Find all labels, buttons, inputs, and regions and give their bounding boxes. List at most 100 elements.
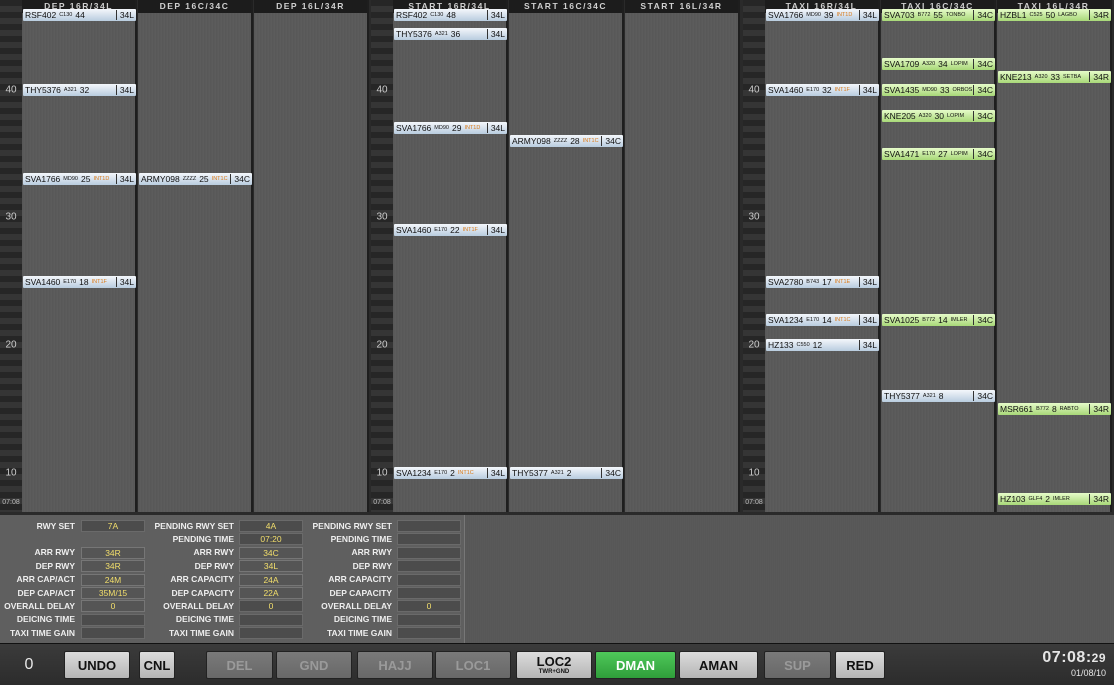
strip-callsign: SVA1766 [396, 123, 432, 134]
flight-strip[interactable]: SVA1435 MD90 33 ORBOS 34C [882, 84, 995, 96]
bottom-toolbar: 0 UNDO CNL DEL GND HAJJ LOC1 LOC2 TWR+GND DMAN AM… [0, 643, 1114, 685]
flight-strip[interactable]: RSF402 C130 44 34L [23, 8, 136, 21]
strip-minutes: 50 [1045, 9, 1056, 20]
counter: 0 [24, 656, 34, 673]
taxi-column-0[interactable]: TAXI 16R/34L SVA1766 MD90 39 INT1D 34L SVA1460… [765, 0, 880, 512]
strip-callsign: RSF402 [25, 9, 57, 20]
flight-strip[interactable]: KNE205 A320 30 LOPIM 34C [882, 109, 995, 122]
scale-tick: 40 [5, 84, 17, 96]
panel-value: 24A [239, 573, 303, 586]
flight-strip[interactable]: SVA2780 B743 17 INT1E 34L [766, 275, 879, 288]
aman-button[interactable]: AMAN [679, 651, 758, 679]
strip-minutes: 39 [823, 9, 834, 20]
undo-button[interactable]: UNDO [64, 651, 130, 679]
flight-strip[interactable]: ARMY098 ZZZZ 28 INT1C 34C [510, 135, 623, 148]
panel-row: DEP RWY [0, 559, 78, 572]
flight-strip[interactable]: MSR661 B772 8 RABTO 34R [998, 403, 1111, 416]
strip-minutes: 33 [939, 85, 950, 95]
del-button[interactable]: DEL [206, 651, 273, 679]
button-label: CNL [143, 658, 171, 673]
flight-strip[interactable]: SVA1709 A320 34 LOPIM 34C [882, 58, 995, 71]
strip-callsign: KNE213 [1000, 72, 1032, 83]
clock-seconds: 29 [1091, 651, 1106, 665]
flight-strip[interactable]: RSF402 C130 48 34L [394, 8, 507, 21]
cnl-button[interactable]: CNL [139, 651, 175, 679]
strip-runway: 34C [973, 110, 993, 121]
strip-fix: INT1E [834, 278, 851, 285]
flight-strip[interactable]: HZ103 GLF4 2 IMLER 34R [998, 492, 1111, 505]
flight-strip[interactable]: SVA1460 E170 32 INT1F 34L [766, 84, 879, 96]
loc2-button[interactable]: LOC2 TWR+GND [516, 651, 592, 679]
strip-callsign: THY5376 [396, 28, 432, 39]
strip-runway: 34L [486, 123, 505, 134]
strip-aircraft-type: E170 [434, 470, 448, 476]
panel-value [397, 520, 461, 532]
dep-column-1[interactable]: DEP 16C/34C ARMY098 ZZZZ 25 INT1C 34C [138, 0, 253, 512]
dep-timeline: 40 30 20 10 07:08 DEP 16R/34L RSF402 C130 44 34L T… [0, 0, 372, 514]
taxi-column-1[interactable]: TAXI 16C/34C SVA703 B772 55 TONBO 34C SVA1709 A… [881, 0, 996, 512]
strip-aircraft-type: MD90 [63, 176, 78, 183]
runway-info-panel: RWY SET 7A ARR RWY 34R DEP RWY 34R ARR CAP/ACT… [0, 515, 465, 643]
strip-minutes: 34 [938, 59, 948, 70]
strip-minutes: 18 [79, 276, 89, 287]
panel-row: PENDING RWY SET [145, 519, 237, 532]
panel-row: ARR RWY [303, 546, 395, 559]
panel-value: 4A [239, 520, 303, 532]
strip-fix: INT1C [582, 138, 599, 145]
start-column-0[interactable]: START 16R/34L RSF402 C130 48 34L THY5376 A321 3… [393, 0, 508, 512]
flight-strip[interactable]: THY5376 A321 32 34L [23, 84, 136, 96]
hajj-button[interactable]: HAJJ [357, 651, 433, 679]
flight-strip[interactable]: SVA1234 E170 14 INT1C 34L [766, 313, 879, 326]
scale-tick: 20 [376, 339, 388, 351]
panel-row: ARR RWY [0, 546, 78, 559]
start-column-2[interactable]: START 16L/34R [625, 0, 740, 512]
panel-value [397, 546, 461, 559]
strip-aircraft-type: E170 [806, 316, 820, 323]
flight-strip[interactable]: THY5376 A321 36 34L [394, 27, 507, 40]
flight-strip[interactable]: THY5377 A321 8 34C [882, 390, 995, 403]
scale-time: 07:08 [373, 499, 391, 506]
panel-label: PENDING TIME [330, 534, 392, 545]
flight-strip[interactable]: SVA703 B772 55 TONBO 34C [882, 8, 995, 21]
empty-area [465, 515, 1114, 643]
strip-minutes: 32 [79, 85, 90, 95]
flight-strip[interactable]: KNE213 A320 33 SETBA 34R [998, 71, 1111, 84]
taxi-column-2[interactable]: TAXI 16L/34R HZBL1 C525 50 LAGBO 34R KNE213 A32… [997, 0, 1112, 512]
panel-row: DEP CAPACITY [303, 586, 395, 599]
start-column-1[interactable]: START 16C/34C ARMY098 ZZZZ 28 INT1C 34C THY537… [509, 0, 624, 512]
strip-aircraft-type: ZZZZ [553, 138, 568, 145]
strip-callsign: HZ133 [768, 340, 794, 351]
panel-row: DEICING TIME [303, 613, 395, 626]
strip-fix: RABTO [1059, 406, 1079, 413]
panel-row: DEICING TIME [0, 613, 78, 626]
flight-strip[interactable]: THY5377 A321 2 34C [510, 467, 623, 479]
flight-strip[interactable]: SVA1460 E170 22 INT1F 34L [394, 224, 507, 237]
flight-strip[interactable]: SVA1025 B772 14 IMLER 34C [882, 313, 995, 326]
strip-minutes: 17 [822, 276, 832, 287]
flight-strip[interactable]: SVA1766 MD90 39 INT1D 34L [766, 8, 879, 21]
clock-hm: 07:08: [1042, 649, 1092, 666]
scale-tick: 40 [748, 84, 760, 96]
button-label: GND [299, 658, 329, 673]
flight-strip[interactable]: SVA1460 E170 18 INT1F 34L [23, 275, 136, 288]
sup-button[interactable]: SUP [764, 651, 831, 679]
panel-label: TAXI TIME GAIN [168, 627, 234, 638]
panel-value: 22A [239, 587, 303, 599]
flight-strip[interactable]: SVA1766 MD90 29 INT1D 34L [394, 122, 507, 135]
dman-button[interactable]: DMAN [595, 651, 676, 679]
flight-strip[interactable]: ARMY098 ZZZZ 25 INT1C 34C [139, 173, 252, 186]
flight-strip[interactable]: HZ133 C550 12 34L [766, 339, 879, 352]
dep-column-0[interactable]: DEP 16R/34L RSF402 C130 44 34L THY5376 A321 32 3… [22, 0, 137, 512]
column-header: DEP 16C/34C [138, 0, 251, 13]
strip-minutes: 27 [938, 148, 948, 159]
panel-row: DEICING TIME [145, 613, 237, 626]
dep-column-2[interactable]: DEP 16L/34R [254, 0, 369, 512]
red-button[interactable]: RED [835, 651, 885, 679]
flight-strip[interactable]: SVA1234 E170 2 INT1C 34L [394, 467, 507, 479]
strip-minutes: 25 [80, 174, 91, 185]
flight-strip[interactable]: SVA1766 MD90 25 INT1D 34L [23, 173, 136, 186]
loc1-button[interactable]: LOC1 [435, 651, 511, 679]
gnd-button[interactable]: GND [276, 651, 352, 679]
flight-strip[interactable]: SVA1471 E170 27 LOPIM 34C [882, 147, 995, 160]
flight-strip[interactable]: HZBL1 C525 50 LAGBO 34R [998, 8, 1111, 21]
